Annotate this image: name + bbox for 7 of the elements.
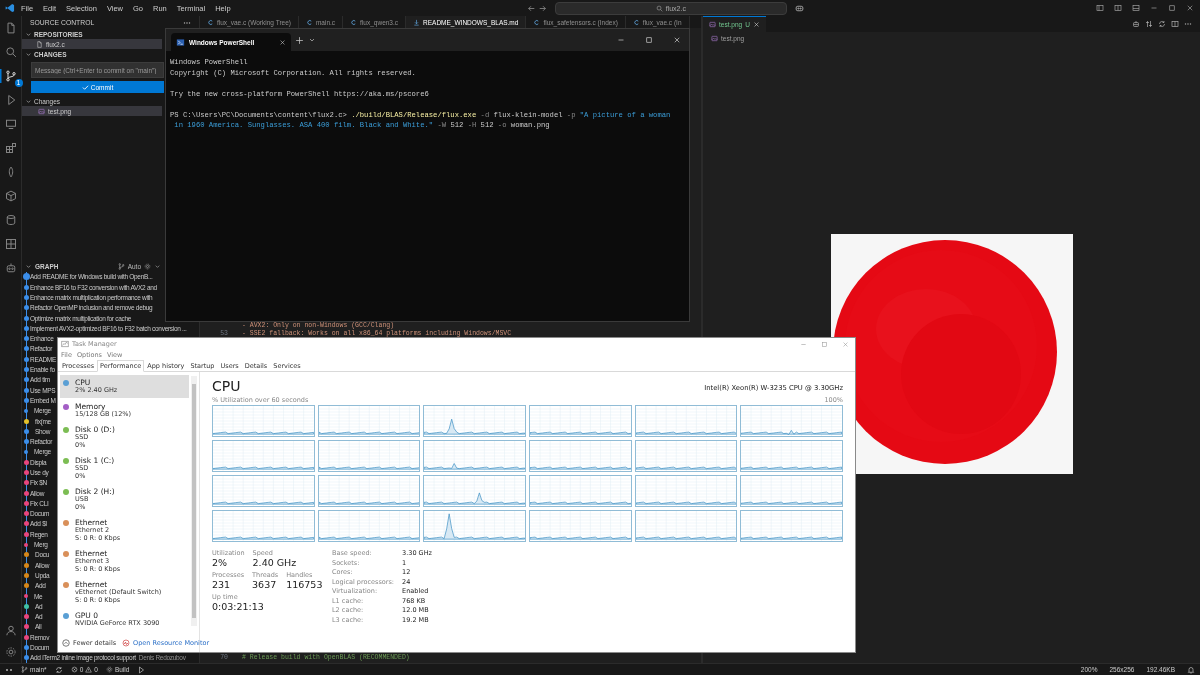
stat-value: 2%	[212, 557, 229, 569]
panel-heading: CPU	[212, 378, 241, 394]
stat-value: 116753	[286, 579, 323, 591]
stat-value: 231	[212, 579, 232, 591]
stat-value: 3637	[252, 579, 278, 591]
stat-value: 0:03:21:13	[212, 601, 264, 613]
stat-value: 2.40 GHz	[252, 557, 297, 569]
